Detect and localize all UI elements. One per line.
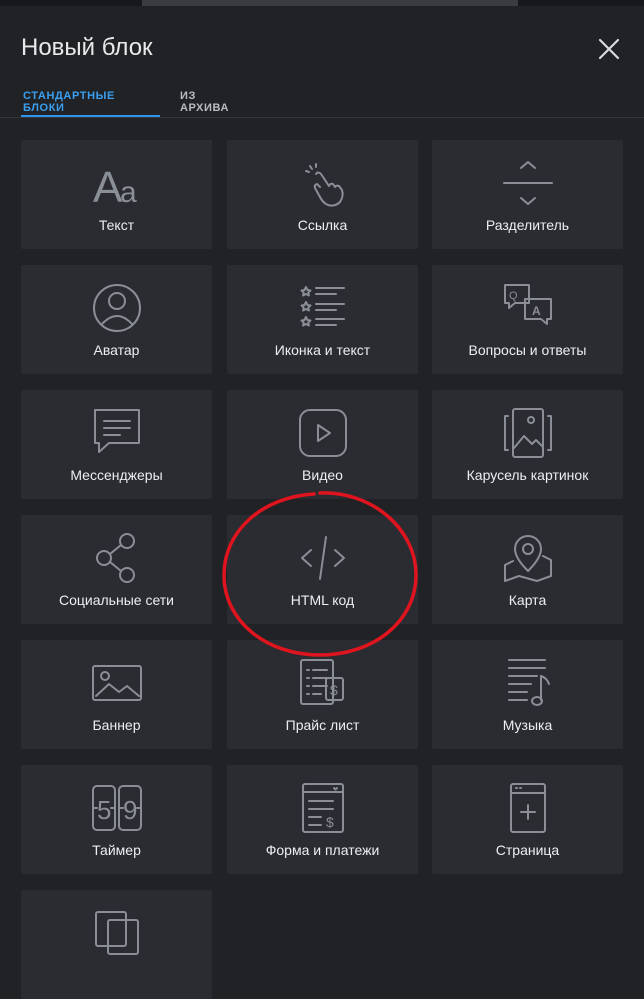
block-label: Прайс лист: [285, 717, 360, 733]
icon-list-icon: [300, 286, 345, 327]
block-label: Карта: [508, 592, 547, 608]
tab-standard-blocks[interactable]: СТАНДАРТНЫЕ БЛОКИ: [23, 90, 115, 114]
share-icon: [95, 533, 135, 583]
block-label: Вопросы и ответы: [468, 342, 587, 358]
block-icon-text[interactable]: Иконка и текст: [227, 265, 418, 374]
cards-icon: [94, 911, 139, 955]
svg-text:9: 9: [123, 795, 137, 825]
block-text[interactable]: A a Текст: [21, 140, 212, 249]
block-label: Музыка: [502, 717, 553, 733]
block-label: Ссылка: [297, 217, 348, 233]
map-pin-icon: [503, 535, 552, 582]
svg-text:$: $: [330, 682, 338, 698]
block-avatar[interactable]: Аватар: [21, 265, 212, 374]
timer-icon: 5 9: [91, 785, 142, 831]
top-strip: [0, 0, 644, 6]
top-strip-handle: [142, 0, 518, 6]
block-html-code[interactable]: HTML код: [227, 515, 418, 624]
block-qa[interactable]: Q A Вопросы и ответы: [432, 265, 623, 374]
svg-text:a: a: [120, 176, 137, 209]
price-list-icon: $: [299, 659, 344, 705]
hand-pointer-icon: [304, 163, 344, 207]
image-carousel-icon: [503, 408, 552, 458]
block-label: Текст: [98, 217, 135, 233]
text-aa-icon: A a: [93, 163, 137, 210]
block-cards[interactable]: [21, 890, 212, 999]
header-divider: [0, 117, 644, 118]
block-divider[interactable]: Разделитель: [432, 140, 623, 249]
code-icon: [300, 536, 345, 580]
block-timer[interactable]: 5 9 Таймер: [21, 765, 212, 874]
block-banner[interactable]: Баннер: [21, 640, 212, 749]
form-payment-icon: $: [301, 783, 344, 833]
block-label: Баннер: [92, 717, 141, 733]
block-label: Аватар: [93, 342, 140, 358]
block-carousel[interactable]: Карусель картинок: [432, 390, 623, 499]
svg-text:5: 5: [97, 795, 111, 825]
block-music[interactable]: Музыка: [432, 640, 623, 749]
block-label: HTML код: [290, 592, 355, 608]
qa-icon: Q A: [503, 284, 552, 325]
block-label: Мессенджеры: [70, 467, 163, 483]
close-icon[interactable]: [596, 36, 622, 62]
block-label: Карусель картинок: [466, 467, 589, 483]
block-label: Страница: [495, 842, 560, 858]
page-add-icon: [509, 783, 546, 833]
block-page[interactable]: Страница: [432, 765, 623, 874]
svg-text:Q: Q: [509, 290, 518, 302]
block-social[interactable]: Социальные сети: [21, 515, 212, 624]
svg-text:A: A: [532, 304, 541, 318]
block-price-list[interactable]: $ Прайс лист: [227, 640, 418, 749]
block-form-payments[interactable]: $ Форма и платежи: [227, 765, 418, 874]
dialog-title: Новый блок: [21, 34, 153, 61]
block-map[interactable]: Карта: [432, 515, 623, 624]
music-icon: [507, 659, 550, 706]
block-link[interactable]: Ссылка: [227, 140, 418, 249]
banner-image-icon: [91, 665, 142, 701]
svg-text:$: $: [326, 814, 334, 830]
avatar-icon: [92, 284, 141, 332]
chat-icon: [93, 409, 140, 453]
block-label: Иконка и текст: [274, 342, 371, 358]
block-label: Разделитель: [485, 217, 570, 233]
svg-text:A: A: [93, 163, 123, 210]
block-label: Таймер: [92, 842, 141, 858]
block-label: Форма и платежи: [265, 842, 380, 858]
tab-archive[interactable]: ИЗ АРХИВА: [180, 90, 229, 114]
block-label: Социальные сети: [58, 592, 174, 608]
block-video[interactable]: Видео: [227, 390, 418, 499]
block-label: Видео: [302, 467, 343, 483]
video-play-icon: [298, 409, 347, 457]
block-messengers[interactable]: Мессенджеры: [21, 390, 212, 499]
divider-icon: [502, 161, 553, 205]
